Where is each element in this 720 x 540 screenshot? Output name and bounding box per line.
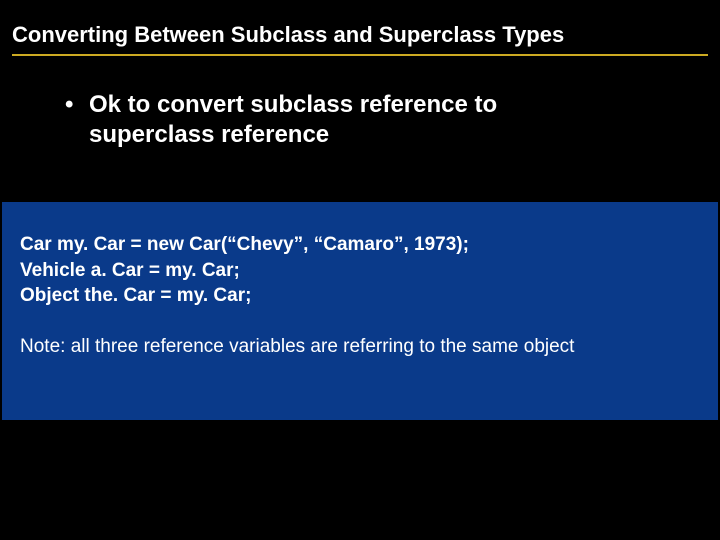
code-note: Note: all three reference variables are … [20, 335, 580, 360]
code-line-1: Car my. Car = new Car(“Chevy”, “Camaro”,… [20, 234, 469, 255]
slide-title: Converting Between Subclass and Supercla… [12, 22, 708, 54]
code-line-2: Vehicle a. Car = my. Car; [20, 260, 240, 281]
slide: Converting Between Subclass and Supercla… [0, 0, 720, 540]
bullet-line-1: Ok to convert subclass reference to [89, 91, 497, 118]
bullet-marker: • [65, 90, 89, 150]
title-block: Converting Between Subclass and Supercla… [0, 0, 720, 56]
bullet-list: • Ok to convert subclass reference to su… [0, 56, 720, 150]
code-panel: Car my. Car = new Car(“Chevy”, “Camaro”,… [2, 202, 718, 420]
bullet-text: Ok to convert subclass reference to supe… [89, 90, 497, 150]
code-block: Car my. Car = new Car(“Chevy”, “Camaro”,… [20, 232, 700, 309]
code-line-3: Object the. Car = my. Car; [20, 285, 251, 306]
bullet-item: • Ok to convert subclass reference to su… [65, 90, 680, 150]
bullet-line-2: superclass reference [89, 121, 329, 148]
